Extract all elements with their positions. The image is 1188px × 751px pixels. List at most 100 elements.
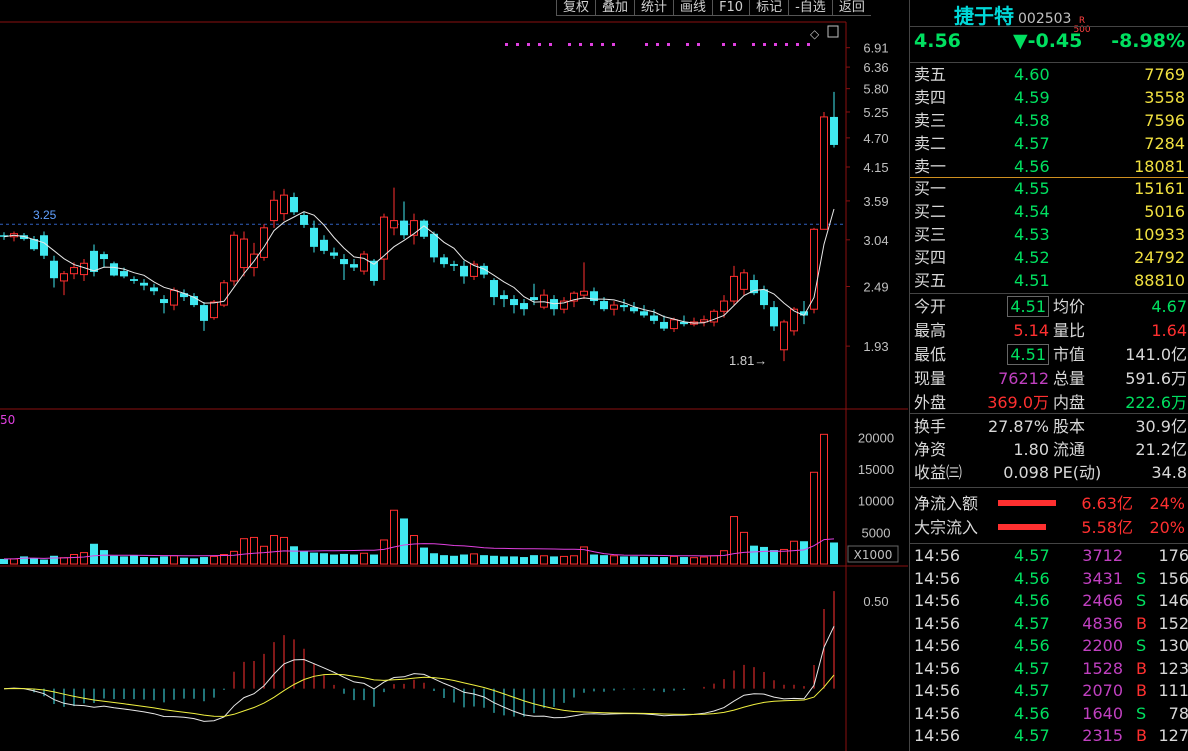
toolbar-button-stats[interactable]: 统计 xyxy=(634,0,674,16)
order-label: 买五 xyxy=(914,271,947,290)
candle-body xyxy=(170,289,178,306)
info-label: PE(动) xyxy=(1053,463,1102,482)
volume-unit-label: X1000 xyxy=(854,548,893,562)
candle-body xyxy=(740,272,748,290)
volume-bar xyxy=(200,557,208,564)
toolbar-button-watchlist[interactable]: -自选 xyxy=(788,0,832,16)
signal-dot xyxy=(568,43,571,46)
candle-body xyxy=(780,321,788,351)
volume-bar xyxy=(310,552,318,564)
signal-dot xyxy=(807,43,810,46)
info-value: 30.9亿 xyxy=(1135,417,1187,436)
candle-body xyxy=(150,287,158,292)
signal-dot xyxy=(549,43,552,46)
fund-flow-bar xyxy=(998,524,1046,530)
toolbar-button-draw[interactable]: 画线 xyxy=(673,0,713,16)
low-marker-label: 1.81→ xyxy=(729,353,767,368)
tick-count: 123 xyxy=(1158,658,1188,678)
volume-bar xyxy=(160,556,168,564)
volume-bar xyxy=(510,556,518,564)
volume-bar xyxy=(450,555,458,564)
toolbar-button-fuquan[interactable]: 复权 xyxy=(556,0,596,16)
candle-body xyxy=(720,300,728,312)
volume-bar xyxy=(650,557,658,564)
kline-chart-area[interactable]: 6.91 6.36 5.80 5.25 4.70 4.15 3.59 3.04 2.49 1.93… xyxy=(0,0,908,751)
candle-body xyxy=(90,250,98,272)
fund-flow-value: 5.58亿 xyxy=(1081,518,1133,537)
candle-body xyxy=(460,265,468,277)
toolbar-button-f10[interactable]: F10 xyxy=(712,0,750,16)
stat-value: 4.51 xyxy=(1007,344,1049,365)
volume-bar xyxy=(550,556,558,564)
tick-time: 14:56 xyxy=(914,591,961,610)
volume-bar xyxy=(240,538,248,565)
volume-bar xyxy=(360,552,368,565)
kline-chart[interactable]: 6.91 6.36 5.80 5.25 4.70 4.15 3.59 3.04 2.49 1.93… xyxy=(0,0,908,751)
toolbar-button-overlay[interactable]: 叠加 xyxy=(595,0,635,16)
info-row: 换手 27.87% 股本 30.9亿 xyxy=(910,415,1188,438)
toolbar-button-mark[interactable]: 标记 xyxy=(749,0,789,16)
volume-bar xyxy=(130,555,138,564)
info-label: 流通 xyxy=(1053,440,1086,459)
info-label: 净资 xyxy=(914,440,947,459)
tick-row: 14:56 4.57 2070 B 111 xyxy=(910,679,1188,702)
tick-side: S xyxy=(1136,636,1147,655)
ask-row[interactable]: 卖二 4.57 7284 xyxy=(910,132,1188,155)
stat-value: 141.0亿 xyxy=(1125,345,1187,364)
stock-name: 捷于特 xyxy=(954,4,1014,28)
diamond-icon: ◇ xyxy=(810,27,820,41)
candle-body xyxy=(270,199,278,222)
volume-bar xyxy=(480,555,488,564)
volume-bar xyxy=(490,555,498,564)
volume-bar xyxy=(70,554,78,565)
candle-body xyxy=(610,304,618,310)
order-price: 4.52 xyxy=(1014,248,1050,267)
info-row: 收益㈢ 0.098 PE(动) 34.8 xyxy=(910,461,1188,484)
order-price: 4.51 xyxy=(1014,271,1050,290)
tick-price: 4.57 xyxy=(1014,726,1050,745)
order-price: 4.54 xyxy=(1014,202,1050,221)
candle-body xyxy=(770,307,778,327)
toolbar-button-back[interactable]: 返回 xyxy=(831,0,871,16)
bid-row[interactable]: 买三 4.53 10933 xyxy=(910,223,1188,246)
signal-dot xyxy=(656,43,659,46)
tick-time: 14:56 xyxy=(914,681,961,700)
ask-row[interactable]: 卖五 4.60 7769 xyxy=(910,63,1188,86)
candle-body xyxy=(430,233,438,258)
stat-label: 量比 xyxy=(1053,321,1086,340)
price-axis-label: 6.91 xyxy=(863,41,888,56)
bid-row[interactable]: 买四 4.52 24792 xyxy=(910,246,1188,269)
volume-bar xyxy=(770,550,778,564)
volume-bar xyxy=(410,535,418,565)
volume-bar xyxy=(270,535,278,565)
candle-body xyxy=(80,262,88,276)
signal-dot xyxy=(505,43,508,46)
fund-flow-value: 6.63亿 xyxy=(1081,494,1133,513)
bid-row[interactable]: 买五 4.51 88810 xyxy=(910,269,1188,292)
tick-time: 14:56 xyxy=(914,726,961,745)
stat-label: 现量 xyxy=(914,369,947,388)
ask-row[interactable]: 卖一 4.56 18081 xyxy=(910,155,1188,178)
tick-side: B xyxy=(1136,658,1147,678)
tick-time: 14:56 xyxy=(914,658,961,678)
stat-label: 总量 xyxy=(1053,369,1086,388)
candle-body xyxy=(450,264,458,266)
candle-body xyxy=(380,216,388,260)
signal-dot xyxy=(697,43,700,46)
ask-row[interactable]: 卖四 4.59 3558 xyxy=(910,86,1188,109)
volume-bar xyxy=(350,554,358,564)
order-volume: 15161 xyxy=(1134,179,1185,198)
candle-body xyxy=(290,197,298,213)
candle-body xyxy=(390,220,398,229)
candle-body xyxy=(310,227,318,247)
bid-row[interactable]: 买一 4.55 15161 xyxy=(910,177,1188,200)
ask-row[interactable]: 卖三 4.58 7596 xyxy=(910,109,1188,132)
tick-volume: 2315 xyxy=(1082,726,1123,745)
signal-dot xyxy=(722,43,725,46)
bid-row[interactable]: 买二 4.54 5016 xyxy=(910,200,1188,223)
chart-toolbar: 复权 叠加 统计 画线 F10 标记 -自选 返回 xyxy=(556,0,871,16)
signal-dot xyxy=(645,43,648,46)
volume-bar xyxy=(760,546,768,564)
order-volume: 88810 xyxy=(1134,271,1185,290)
volume-bar xyxy=(810,471,818,565)
